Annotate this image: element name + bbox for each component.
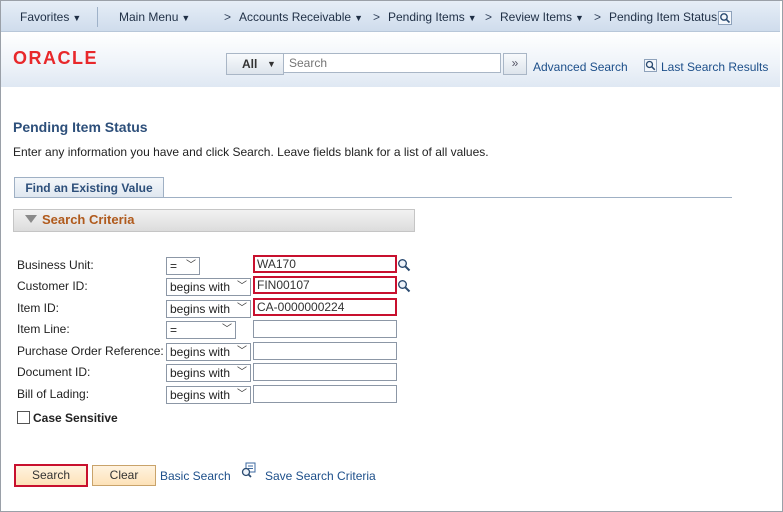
oracle-logo: ORACLE <box>13 48 98 68</box>
chevron-down-icon: ▼ <box>467 13 477 23</box>
advanced-search-link[interactable]: Advanced Search <box>533 60 628 74</box>
item-id-input[interactable]: CA-0000000224 <box>253 298 397 316</box>
nav-favorites[interactable]: Favorites ▼ <box>20 1 81 31</box>
save-search-icon[interactable] <box>240 462 257 479</box>
breadcrumb-label: Pending Item Status <box>609 10 718 24</box>
chevron-down-icon: ▼ <box>575 13 584 23</box>
last-search-results-icon[interactable] <box>644 59 657 72</box>
chevron-down-icon: ▼ <box>181 13 191 23</box>
chevron-down-icon: ﹀ <box>186 260 196 271</box>
item-line-input[interactable] <box>253 320 397 338</box>
collapse-triangle-icon <box>25 215 37 223</box>
chevron-down-icon: ﹀ <box>237 303 247 314</box>
chevron-down-icon: ▼ <box>267 59 276 69</box>
search-criteria-header[interactable]: Search Criteria <box>13 209 415 232</box>
breadcrumb-separator: > <box>224 10 232 24</box>
item-line-label: Item Line: <box>17 322 70 336</box>
item-line-operator-select[interactable]: = ﹀ <box>166 321 236 339</box>
breadcrumb-label: Accounts Receivable <box>239 10 352 24</box>
breadcrumb-pending-item-status[interactable]: Pending Item Status <box>609 1 717 31</box>
breadcrumb-label: Review Items <box>500 10 573 24</box>
nav-favorites-label: Favorites <box>20 10 70 24</box>
operator-value: begins with <box>170 302 231 316</box>
document-id-input[interactable] <box>253 363 397 381</box>
chevron-down-icon: ﹀ <box>222 324 232 335</box>
clear-button[interactable]: Clear <box>92 465 156 486</box>
search-scope-select[interactable]: All ▼ <box>226 53 284 75</box>
case-sensitive-label: Case Sensitive <box>33 411 118 425</box>
customer-id-label: Customer ID: <box>17 279 88 293</box>
breadcrumb-pending-items[interactable]: Pending Items ▼ <box>388 1 477 31</box>
chevron-down-icon: ▼ <box>354 13 363 23</box>
tab-find-existing-value[interactable]: Find an Existing Value <box>14 177 164 197</box>
search-scope-label: All <box>242 57 258 71</box>
save-search-criteria-link[interactable]: Save Search Criteria <box>265 469 376 483</box>
breadcrumb-review-items[interactable]: Review Items ▼ <box>500 1 584 31</box>
business-unit-lookup-icon[interactable] <box>397 258 411 272</box>
nav-main-menu[interactable]: Main Menu ▼ <box>119 1 190 31</box>
chevron-down-icon: ﹀ <box>237 281 247 292</box>
chevron-down-icon: ﹀ <box>237 389 247 400</box>
bill-of-lading-operator-select[interactable]: begins with ﹀ <box>166 386 251 404</box>
search-go-button[interactable]: » <box>503 53 527 75</box>
search-button[interactable]: Search <box>14 464 88 487</box>
operator-value: = <box>170 323 178 337</box>
page-title: Pending Item Status <box>13 119 148 135</box>
nav-divider <box>97 7 98 27</box>
bill-of-lading-label: Bill of Lading: <box>17 387 90 401</box>
search-criteria-title: Search Criteria <box>42 212 135 227</box>
breadcrumb-separator: > <box>594 10 602 24</box>
po-reference-operator-select[interactable]: begins with ﹀ <box>166 343 251 361</box>
business-unit-label: Business Unit: <box>17 258 94 272</box>
po-reference-input[interactable] <box>253 342 397 360</box>
customer-id-lookup-icon[interactable] <box>397 279 411 293</box>
operator-value: begins with <box>170 366 231 380</box>
item-id-label: Item ID: <box>17 301 60 315</box>
business-unit-operator-select[interactable]: = ﹀ <box>166 257 200 275</box>
search-input[interactable] <box>283 53 501 73</box>
operator-value: begins with <box>170 280 231 294</box>
tab-divider <box>14 197 732 198</box>
basic-search-link[interactable]: Basic Search <box>160 469 231 483</box>
breadcrumb-label: Pending Items <box>388 10 465 24</box>
po-reference-label: Purchase Order Reference: <box>17 344 164 358</box>
document-id-operator-select[interactable]: begins with ﹀ <box>166 364 251 382</box>
header-bar: ORACLE All ▼ » Advanced Search Last Sear… <box>1 32 780 87</box>
document-id-label: Document ID: <box>17 365 91 379</box>
operator-value: begins with <box>170 388 231 402</box>
item-id-operator-select[interactable]: begins with ﹀ <box>166 300 251 318</box>
chevron-down-icon: ﹀ <box>237 367 247 378</box>
page-instructions: Enter any information you have and click… <box>13 145 489 159</box>
breadcrumb-separator: > <box>373 10 381 24</box>
customer-id-operator-select[interactable]: begins with ﹀ <box>166 278 251 296</box>
breadcrumb-separator: > <box>485 10 493 24</box>
customer-id-input[interactable]: FIN00107 <box>253 276 397 294</box>
business-unit-input[interactable]: WA170 <box>253 255 397 273</box>
breadcrumb-accounts-receivable[interactable]: Accounts Receivable ▼ <box>239 1 363 31</box>
magnifier-icon[interactable] <box>718 11 732 25</box>
operator-value: = <box>170 259 178 273</box>
case-sensitive-checkbox[interactable] <box>17 411 30 424</box>
last-search-results-link[interactable]: Last Search Results <box>661 60 768 74</box>
nav-main-menu-label: Main Menu <box>119 10 179 24</box>
bill-of-lading-input[interactable] <box>253 385 397 403</box>
chevron-down-icon: ▼ <box>72 13 82 23</box>
chevron-down-icon: ﹀ <box>237 346 247 357</box>
top-nav-bar: Favorites ▼ Main Menu ▼ > Accounts Receiva… <box>1 1 780 32</box>
operator-value: begins with <box>170 345 231 359</box>
